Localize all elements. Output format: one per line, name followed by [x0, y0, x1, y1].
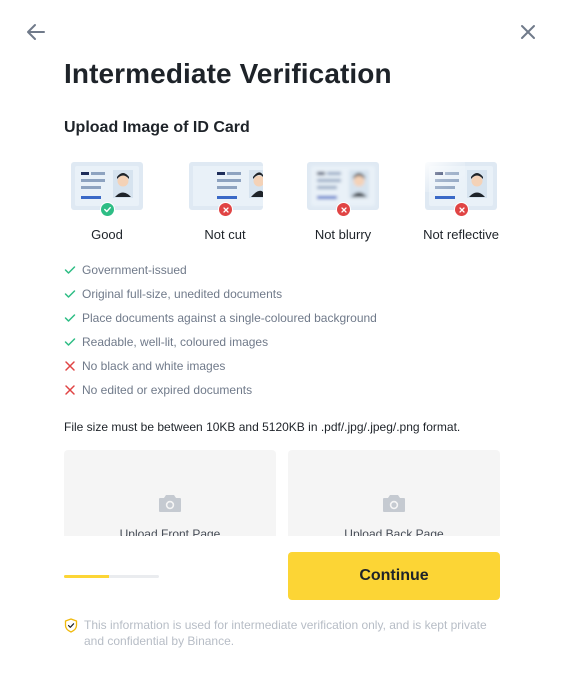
file-size-note: File size must be between 10KB and 5120K…	[64, 420, 461, 434]
example-label: Good	[91, 227, 123, 242]
page-title: Intermediate Verification	[64, 58, 392, 89]
example-not-cut: Not cut	[182, 160, 268, 242]
example-label: Not reflective	[423, 227, 499, 242]
progress-fill	[64, 575, 109, 578]
top-bar	[0, 0, 564, 64]
requirement-text: No black and white images	[82, 359, 226, 373]
camera-icon	[382, 493, 406, 518]
privacy-footer: This information is used for intermediat…	[64, 617, 504, 649]
continue-button[interactable]: Continue	[288, 552, 500, 600]
cross-circle-icon	[454, 202, 469, 217]
id-card-blurry-image	[305, 160, 381, 217]
cross-circle-icon	[218, 202, 233, 217]
list-item: Government-issued	[64, 258, 377, 282]
example-label: Not blurry	[314, 227, 372, 242]
privacy-note: This information is used for intermediat…	[84, 618, 487, 648]
example-label: Not cut	[204, 227, 246, 242]
requirement-text: Place documents against a single-coloure…	[82, 311, 377, 325]
list-item: Original full-size, unedited documents	[64, 282, 377, 306]
check-icon	[64, 309, 82, 327]
upload-area: Upload Front Page Upload Back Page	[64, 450, 500, 536]
id-card-examples: Good Not cut Not blurry Not reflective	[64, 160, 504, 242]
cross-icon	[64, 381, 82, 399]
check-icon	[64, 333, 82, 351]
cross-circle-icon	[336, 202, 351, 217]
requirements-list: Government-issued Original full-size, un…	[64, 258, 377, 402]
requirement-text: No edited or expired documents	[82, 383, 253, 397]
arrow-left-icon[interactable]	[24, 20, 48, 44]
list-item: Place documents against a single-coloure…	[64, 306, 377, 330]
shield-check-icon	[64, 618, 84, 638]
id-card-good-image	[69, 160, 145, 217]
example-good: Good	[64, 160, 150, 242]
progress-bar	[64, 575, 159, 578]
check-icon	[64, 285, 82, 303]
example-not-blurry: Not blurry	[300, 160, 386, 242]
requirement-text: Government-issued	[82, 263, 187, 277]
list-item: Readable, well-lit, coloured images	[64, 330, 377, 354]
check-icon	[64, 261, 82, 279]
requirement-text: Original full-size, unedited documents	[82, 287, 283, 301]
id-card-reflective-image	[423, 160, 499, 217]
id-card-cut-image	[187, 160, 265, 217]
upload-back-button[interactable]: Upload Back Page	[288, 450, 500, 536]
camera-icon	[158, 493, 182, 518]
check-circle-icon	[100, 202, 115, 217]
close-icon[interactable]	[516, 20, 540, 44]
example-not-reflective: Not reflective	[418, 160, 504, 242]
list-item: No edited or expired documents	[64, 378, 377, 402]
cross-icon	[64, 357, 82, 375]
upload-front-label: Upload Front Page	[119, 527, 221, 536]
list-item: No black and white images	[64, 354, 377, 378]
section-subtitle: Upload Image of ID Card	[64, 119, 250, 136]
upload-front-button[interactable]: Upload Front Page	[64, 450, 276, 536]
upload-back-label: Upload Back Page	[344, 527, 444, 536]
requirement-text: Readable, well-lit, coloured images	[82, 335, 269, 349]
